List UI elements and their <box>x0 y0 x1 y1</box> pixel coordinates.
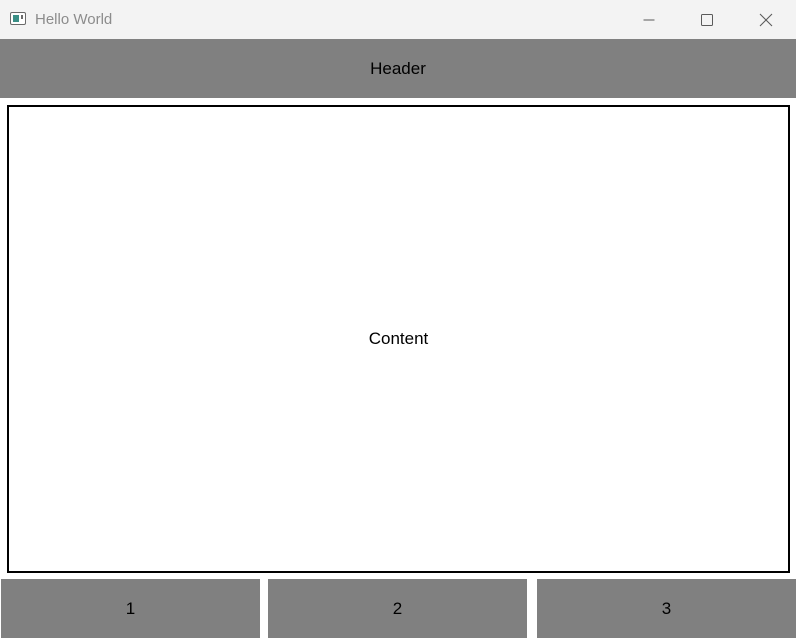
minimize-button[interactable] <box>626 0 672 39</box>
footer-button-1-label: 1 <box>125 598 136 618</box>
content-label: Content <box>368 329 429 348</box>
header-panel: Header <box>0 39 796 98</box>
app-icon-bar <box>21 15 23 19</box>
app-window: Hello World Header Content 1 2 3 <box>0 0 796 638</box>
maximize-icon <box>701 13 713 26</box>
maximize-button[interactable] <box>684 0 730 39</box>
app-icon-pane <box>13 15 19 22</box>
footer-button-3-label: 3 <box>661 598 672 618</box>
content-panel: Content <box>7 105 790 573</box>
close-icon <box>759 13 773 26</box>
title-bar[interactable]: Hello World <box>0 0 796 39</box>
footer-button-3[interactable]: 3 <box>537 579 796 638</box>
footer-button-2-label: 2 <box>392 598 403 618</box>
close-button[interactable] <box>743 0 789 39</box>
footer-button-2[interactable]: 2 <box>268 579 527 638</box>
app-window-icon <box>10 12 26 25</box>
footer-button-1[interactable]: 1 <box>1 579 260 638</box>
window-title: Hello World <box>35 11 113 28</box>
minimize-icon <box>643 19 655 20</box>
header-label: Header <box>370 58 426 78</box>
